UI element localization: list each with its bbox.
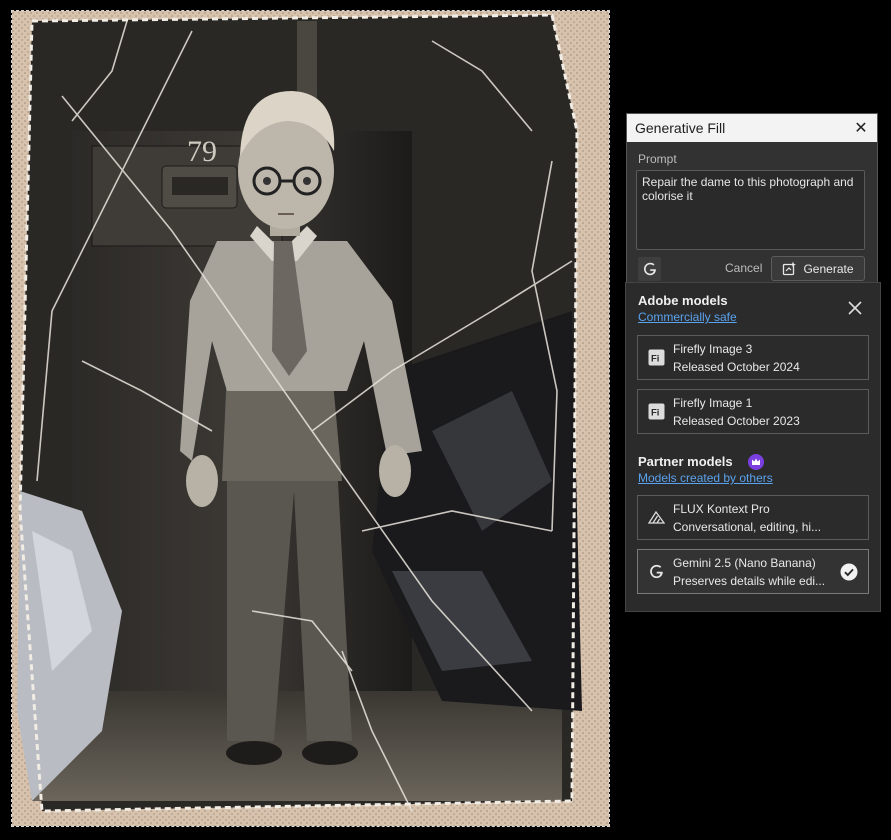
cancel-button[interactable]: Cancel bbox=[725, 261, 762, 275]
partner-models-title: Partner models bbox=[638, 454, 733, 469]
generate-button[interactable]: Generate bbox=[771, 256, 865, 281]
checkmark-icon bbox=[840, 563, 858, 581]
model-option-gemini-2-5[interactable]: Gemini 2.5 (Nano Banana) Preserves detai… bbox=[637, 549, 869, 594]
generative-fill-panel: Generative Fill ✕ Prompt Repair the dame… bbox=[626, 113, 878, 285]
firefly-icon: Fi bbox=[648, 403, 665, 420]
models-created-by-others-link[interactable]: Models created by others bbox=[638, 471, 773, 485]
door-number: 79 bbox=[187, 135, 217, 168]
damaged-photograph: 79 bbox=[12, 11, 609, 826]
model-description: Released October 2024 bbox=[673, 360, 800, 374]
model-picker-button[interactable] bbox=[638, 257, 661, 281]
generate-label: Generate bbox=[803, 261, 854, 276]
commercially-safe-link[interactable]: Commercially safe bbox=[638, 310, 737, 324]
flux-icon bbox=[648, 510, 665, 524]
model-option-flux-kontext-pro[interactable]: FLUX Kontext Pro Conversational, editing… bbox=[637, 495, 869, 540]
firefly-icon: Fi bbox=[648, 349, 665, 366]
close-icon[interactable] bbox=[847, 300, 863, 316]
generate-sparkle-icon bbox=[783, 261, 797, 276]
panel-header: Generative Fill ✕ bbox=[627, 114, 877, 142]
model-picker-flyout: Adobe models Commercially safe Fi Firefl… bbox=[625, 282, 881, 612]
adobe-models-title: Adobe models bbox=[638, 293, 728, 308]
photo-canvas[interactable]: 79 bbox=[11, 10, 610, 827]
google-g-icon bbox=[643, 262, 656, 276]
model-name: Gemini 2.5 (Nano Banana) bbox=[673, 556, 816, 570]
model-description: Conversational, editing, hi... bbox=[673, 520, 822, 534]
crown-icon bbox=[748, 454, 764, 470]
google-g-icon bbox=[650, 564, 663, 579]
prompt-input[interactable]: Repair the dame to this photograph and c… bbox=[636, 170, 865, 250]
svg-text:Fi: Fi bbox=[651, 408, 659, 419]
model-name: Firefly Image 3 bbox=[673, 342, 753, 356]
model-description: Preserves details while edi... bbox=[673, 574, 826, 588]
close-icon[interactable]: ✕ bbox=[853, 118, 869, 138]
prompt-label: Prompt bbox=[638, 152, 677, 166]
model-option-firefly-image-1[interactable]: Fi Firefly Image 1 Released October 2023 bbox=[637, 389, 869, 434]
model-name: Firefly Image 1 bbox=[673, 396, 753, 410]
model-description: Released October 2023 bbox=[673, 414, 800, 428]
panel-title: Generative Fill bbox=[635, 120, 726, 136]
model-option-firefly-image-3[interactable]: Fi Firefly Image 3 Released October 2024 bbox=[637, 335, 869, 380]
model-name: FLUX Kontext Pro bbox=[673, 502, 770, 516]
svg-text:Fi: Fi bbox=[651, 354, 659, 365]
